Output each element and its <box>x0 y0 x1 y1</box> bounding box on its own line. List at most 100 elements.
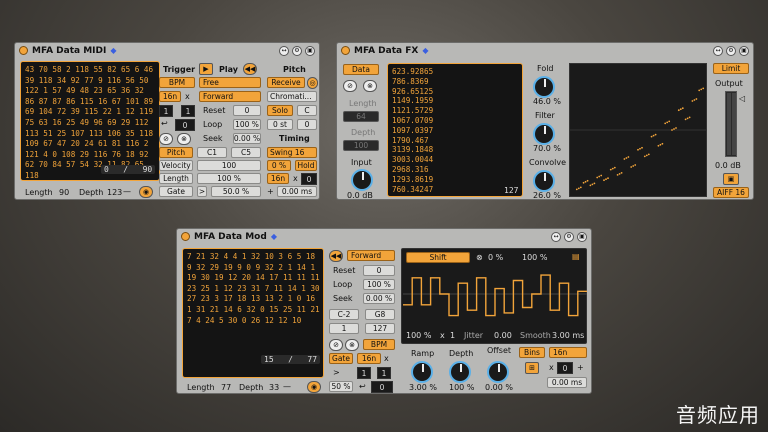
ratio-b[interactable]: 1 <box>181 105 195 117</box>
input-knob[interactable] <box>351 169 373 191</box>
chain-icon[interactable]: ⊗ <box>363 80 377 92</box>
mod-sequence-display[interactable]: 7 21 32 4 4 1 32 10 3 6 5 18 9 32 29 19 … <box>182 248 324 378</box>
rewind-icon[interactable]: ◀◀ <box>243 63 257 75</box>
randomize-icon[interactable]: ◉ <box>139 186 153 198</box>
depth-knob[interactable] <box>449 361 471 383</box>
length-percent[interactable]: 100 % <box>197 173 261 184</box>
gate-percent[interactable]: 50 % <box>329 381 353 392</box>
timing-ms[interactable]: 0.00 ms <box>277 186 317 197</box>
scale-select[interactable]: Chromati... <box>267 91 317 102</box>
fx-data-list[interactable]: 623.92865 786.8369 926.65125 1149.1959 1121.… <box>387 63 523 197</box>
bins-value[interactable]: 0 <box>557 362 573 374</box>
swing-value[interactable]: 0 % <box>267 160 291 171</box>
depth-value[interactable]: 123 <box>107 188 122 197</box>
length-value[interactable]: 77 <box>221 383 231 392</box>
gate-button[interactable]: Gate <box>329 353 353 364</box>
reset-field[interactable]: 0 <box>233 105 261 116</box>
scale-n[interactable]: 1 <box>450 331 455 340</box>
jitter-value[interactable]: 0.00 <box>494 331 512 340</box>
direction-select[interactable]: Forward <box>347 250 395 261</box>
rate-select[interactable]: 16n <box>159 91 181 102</box>
key-select[interactable]: C <box>297 105 317 116</box>
chain-icon[interactable]: ⊗ <box>177 133 191 145</box>
midi-in-icon[interactable]: ◎ <box>307 77 318 89</box>
loop-field[interactable]: 100 % <box>233 119 261 130</box>
receive-button[interactable]: Receive <box>267 77 305 88</box>
bins-button[interactable]: Bins <box>519 347 545 358</box>
seek-field[interactable]: 0.00 % <box>233 133 261 144</box>
mod-waveform[interactable] <box>403 265 587 323</box>
bpm-select[interactable]: BPM <box>159 77 195 88</box>
length-button[interactable]: Length <box>159 173 193 184</box>
fold-knob[interactable] <box>533 76 555 98</box>
resize-icon[interactable]: ↔ <box>551 231 561 242</box>
mode-select[interactable]: Free <box>199 77 261 88</box>
save-icon[interactable]: ▣ <box>739 45 749 56</box>
format-select[interactable]: AIFF 16 <box>713 187 749 198</box>
pitch-button[interactable]: Pitch <box>159 147 193 158</box>
data-button[interactable]: Data <box>343 64 379 75</box>
render-icon[interactable]: ▣ <box>723 173 739 185</box>
link-icon[interactable]: ⊘ <box>159 133 173 145</box>
device-activator-icon[interactable] <box>181 232 190 241</box>
range-high[interactable]: G8 <box>365 309 395 320</box>
resize-icon[interactable]: ↔ <box>279 45 289 56</box>
velocity-button[interactable]: Velocity <box>159 160 193 171</box>
randomize-icon[interactable]: ◉ <box>307 381 321 393</box>
convolve-knob[interactable] <box>533 170 555 192</box>
device-activator-icon[interactable] <box>19 46 28 55</box>
settings-icon[interactable]: ⚙ <box>726 45 736 56</box>
output-meter[interactable] <box>725 91 737 157</box>
ramp-knob[interactable] <box>411 361 433 383</box>
smooth-value[interactable]: 3.00 ms <box>552 331 584 340</box>
range-low[interactable]: C-2 <box>329 309 359 320</box>
clear-icon[interactable]: ⊗ <box>476 253 483 262</box>
offset-field[interactable]: 0 <box>175 119 195 131</box>
filter-knob[interactable] <box>533 123 555 145</box>
save-icon[interactable]: ▣ <box>305 45 315 56</box>
timing-rate[interactable]: 16n <box>267 173 289 184</box>
offset-knob[interactable] <box>487 361 509 383</box>
gate-arrow[interactable]: > <box>197 186 207 197</box>
depth-value[interactable]: 33 <box>269 383 279 392</box>
gate-button[interactable]: Gate <box>159 186 193 197</box>
limit-button[interactable]: Limit <box>713 63 749 74</box>
velocity-value[interactable]: 100 <box>197 160 261 171</box>
link-icon[interactable]: ⊘ <box>343 80 357 92</box>
link-icon[interactable]: ⊘ <box>329 339 343 351</box>
swing-select[interactable]: Swing 16 <box>267 147 317 158</box>
loop-field[interactable]: 100 % <box>363 279 395 290</box>
range-low[interactable]: C1 <box>197 147 227 158</box>
amount-value[interactable]: 100 % <box>522 253 547 262</box>
grid-icon[interactable]: ⊞ <box>525 362 539 374</box>
gate-value[interactable]: 50.0 % <box>211 186 261 197</box>
ratio-a[interactable]: 1 <box>159 105 173 117</box>
length-field[interactable]: 64 <box>343 111 379 122</box>
device-activator-icon[interactable] <box>341 46 350 55</box>
bins-rate[interactable]: 16n <box>549 347 587 358</box>
resize-icon[interactable]: ↔ <box>713 45 723 56</box>
semitone-field[interactable]: 0 st <box>267 119 293 130</box>
shift-value[interactable]: 0 % <box>488 253 503 262</box>
range-high[interactable]: C5 <box>231 147 261 158</box>
fader-arrow-icon[interactable]: ◁ <box>739 94 745 103</box>
play-icon[interactable]: ▶ <box>199 63 213 75</box>
semitone-value[interactable]: 0 <box>297 119 317 130</box>
scale-percent[interactable]: 100 % <box>406 331 431 340</box>
bpm-select[interactable]: BPM <box>363 339 395 350</box>
timing-mult[interactable]: 0 <box>301 173 317 185</box>
rate-select[interactable]: 16n <box>357 353 381 364</box>
gate-offset[interactable]: 0 <box>371 381 393 393</box>
hold-button[interactable]: Hold <box>295 160 317 171</box>
rewind-icon[interactable]: ◀◀ <box>329 250 343 262</box>
length-value[interactable]: 90 <box>59 188 69 197</box>
bins-ms[interactable]: 0.00 ms <box>547 377 587 388</box>
settings-icon[interactable]: ⚙ <box>564 231 574 242</box>
reset-field[interactable]: 0 <box>363 265 395 276</box>
ratio-a[interactable]: 1 <box>357 367 371 379</box>
chain-icon[interactable]: ⊗ <box>345 339 359 351</box>
list-icon[interactable]: ▤ <box>572 252 580 261</box>
seek-field[interactable]: 0.00 % <box>363 293 395 304</box>
settings-icon[interactable]: ⚙ <box>292 45 302 56</box>
shift-button[interactable]: Shift <box>406 252 470 263</box>
